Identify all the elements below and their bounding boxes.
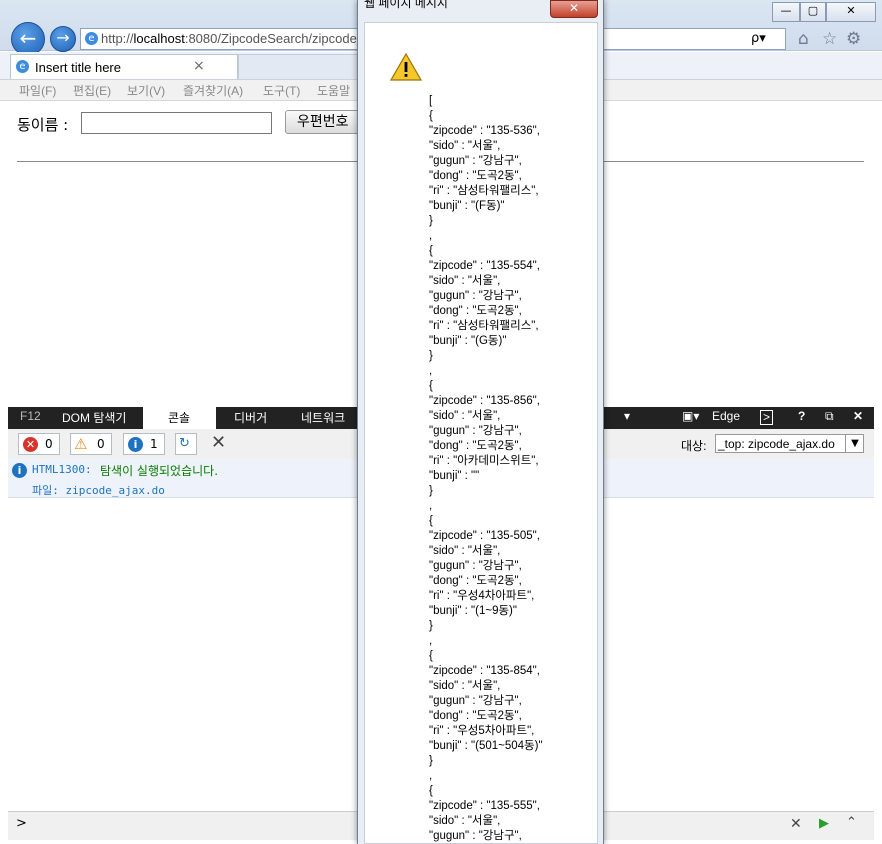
menu-file[interactable]: 파일(F) xyxy=(19,82,56,99)
menu-view[interactable]: 보기(V) xyxy=(127,82,165,99)
zipcode-search-button[interactable]: 우편번호 xyxy=(285,110,365,134)
tab-network[interactable]: 네트워크 xyxy=(301,409,345,426)
console-toggle-icon[interactable]: > xyxy=(760,410,774,425)
tab-dom-explorer[interactable]: DOM 탐색기 xyxy=(62,409,126,426)
help-icon[interactable]: ? xyxy=(798,409,805,423)
tab-debugger[interactable]: 디버거 xyxy=(234,409,267,426)
menu-edit[interactable]: 편집(E) xyxy=(73,82,111,99)
document-mode-label[interactable]: Edge xyxy=(712,409,740,423)
more-tabs-icon[interactable]: ▾ xyxy=(624,409,630,423)
undock-icon[interactable]: ⧉ xyxy=(825,409,834,424)
tab-active[interactable]: e Insert title here × xyxy=(10,54,238,79)
dialog-title: 웹 페이지 메시지 xyxy=(364,0,448,10)
gear-icon[interactable]: ⚙ xyxy=(846,29,861,49)
emulation-icon[interactable]: ▣▾ xyxy=(682,409,699,423)
message-code: HTML1300: xyxy=(32,463,92,476)
tab-console-label: 콘솔 xyxy=(168,411,191,425)
ie-page-icon: e xyxy=(85,32,98,45)
back-button[interactable]: ← xyxy=(11,22,45,56)
close-window-button[interactable]: ✕ xyxy=(826,2,876,22)
web-page-message-dialog: 웹 페이지 메시지 ✕ [ { "zipcode" : "135-536", "… xyxy=(357,0,604,844)
devtools-f12-label: F12 xyxy=(20,409,41,423)
clear-on-navigate-icon: ↻ xyxy=(179,436,190,451)
info-filter-button[interactable]: i 1 xyxy=(123,433,165,455)
back-arrow-icon: ← xyxy=(19,26,37,50)
maximize-button[interactable]: ▢ xyxy=(800,2,826,22)
tab-console[interactable]: 콘솔 xyxy=(143,407,216,429)
dialog-close-button[interactable]: ✕ xyxy=(550,0,598,18)
menu-favorites[interactable]: 즐겨찾기(A) xyxy=(183,82,243,99)
forward-arrow-icon: → xyxy=(56,28,70,47)
devtools-close-icon[interactable]: ✕ xyxy=(853,409,863,423)
tab-title: Insert title here xyxy=(35,60,121,75)
minimize-button[interactable]: — xyxy=(772,2,800,22)
warning-icon: ⚠ xyxy=(74,435,88,453)
search-icon[interactable]: ρ▾ xyxy=(751,31,766,46)
clear-console-icon[interactable]: ✕ xyxy=(211,432,226,453)
tab-close-icon[interactable]: × xyxy=(193,58,205,74)
new-tab-button[interactable] xyxy=(238,54,358,79)
info-count: 1 xyxy=(150,437,158,451)
menu-tools[interactable]: 도구(T) xyxy=(263,82,300,99)
run-icon[interactable]: ▶ xyxy=(819,816,829,831)
clear-input-icon[interactable]: ✕ xyxy=(790,816,802,832)
dialog-body: [ { "zipcode" : "135-536", "sido" : "서울"… xyxy=(364,22,598,844)
info-icon: i xyxy=(128,437,143,452)
prompt-chevron-icon: > xyxy=(16,816,27,831)
ie-tab-icon: e xyxy=(16,60,29,73)
menu-help[interactable]: 도움말 xyxy=(317,82,350,99)
error-count: 0 xyxy=(45,437,53,451)
expand-multiline-icon[interactable]: ⌃ xyxy=(846,815,857,830)
message-file-link[interactable]: 파일: zipcode_ajax.do xyxy=(32,482,165,498)
dialog-message: [ { "zipcode" : "135-536", "sido" : "서울"… xyxy=(429,95,543,842)
target-select[interactable]: _top: zipcode_ajax.do ▼ xyxy=(715,434,864,453)
forward-button[interactable]: → xyxy=(50,26,76,52)
message-info-icon: i xyxy=(12,463,27,478)
warning-triangle-icon xyxy=(390,53,422,81)
clear-on-navigate-button[interactable]: ↻ xyxy=(175,433,197,455)
error-filter-button[interactable]: ✕ 0 xyxy=(18,433,60,455)
warning-filter-button[interactable]: ⚠ 0 xyxy=(70,433,112,455)
home-icon[interactable]: ⌂ xyxy=(798,29,809,49)
message-text: 탐색이 실행되었습니다. xyxy=(100,464,219,478)
dong-input[interactable] xyxy=(81,112,272,134)
address-text: http://localhost:8080/ZipcodeSearch/zipc… xyxy=(101,31,365,46)
chevron-down-icon: ▼ xyxy=(845,435,864,452)
target-label: 대상: xyxy=(681,439,707,453)
warning-count: 0 xyxy=(97,437,105,451)
dong-label: 동이름 : xyxy=(17,116,69,134)
error-icon: ✕ xyxy=(23,437,38,452)
target-value: _top: zipcode_ajax.do xyxy=(718,437,835,451)
favorites-star-icon[interactable]: ☆ xyxy=(822,29,837,49)
